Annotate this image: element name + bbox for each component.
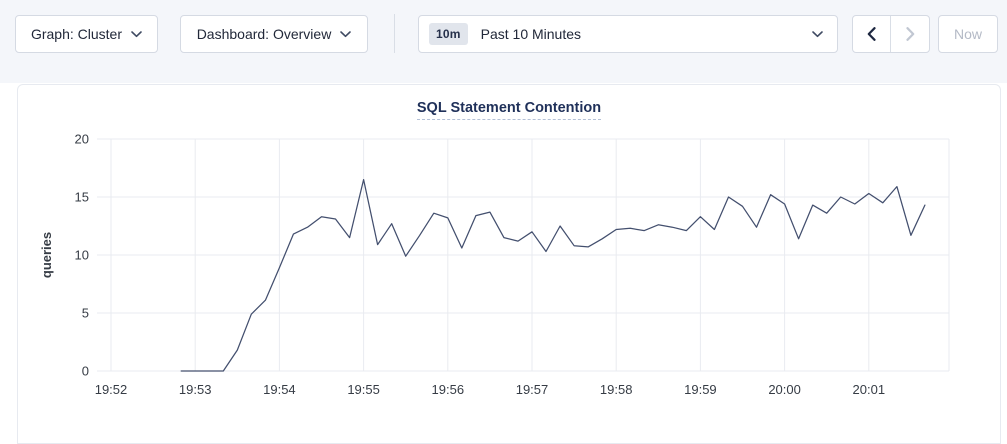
chevron-left-icon [867, 27, 876, 41]
dashboard-dropdown[interactable]: Dashboard: Overview [180, 15, 368, 53]
x-tick-label: 19:57 [516, 382, 549, 397]
x-tick-label: 19:56 [432, 382, 465, 397]
gridlines [97, 139, 949, 371]
y-tick-label: 5 [82, 306, 89, 321]
x-tick-label: 19:59 [684, 382, 717, 397]
time-range-dropdown[interactable]: 10m Past 10 Minutes [418, 15, 838, 53]
series-line [181, 180, 925, 371]
y-tick-label: 20 [75, 132, 89, 147]
chevron-down-icon [340, 31, 351, 38]
x-tick-label: 19:58 [600, 382, 633, 397]
x-tick-label: 19:52 [95, 382, 128, 397]
x-tick-label: 20:00 [768, 382, 801, 397]
graph-dropdown-label: Graph: Cluster [31, 26, 122, 42]
time-window-badge: 10m [429, 23, 468, 45]
next-range-button[interactable] [891, 16, 929, 52]
chevron-down-icon [812, 31, 823, 38]
axis-labels: 0 5 10 15 20 19:52 19:53 19:54 19:55 19:56 19:57 19… [39, 132, 885, 398]
sql-contention-chart[interactable]: 0 5 10 15 20 19:52 19:53 19:54 19:55 19:56 19:57 19… [18, 85, 1002, 433]
x-tick-label: 19:53 [179, 382, 212, 397]
prev-range-button[interactable] [853, 16, 891, 52]
toolbar-divider [394, 14, 395, 53]
chevron-right-icon [906, 27, 915, 41]
chevron-down-icon [131, 31, 142, 38]
dashboard-dropdown-label: Dashboard: Overview [197, 26, 332, 42]
y-tick-label: 15 [75, 190, 89, 205]
y-tick-label: 0 [82, 364, 89, 379]
graph-dropdown[interactable]: Graph: Cluster [15, 15, 158, 53]
x-tick-label: 19:55 [347, 382, 380, 397]
toolbar: Graph: Cluster Dashboard: Overview 10m P… [0, 0, 1007, 83]
chart-title-row: SQL Statement Contention [18, 99, 1000, 120]
chart-card: 0 5 10 15 20 19:52 19:53 19:54 19:55 19:56 19:57 19… [17, 84, 1001, 444]
x-tick-label: 19:54 [263, 382, 296, 397]
now-button[interactable]: Now [938, 15, 998, 53]
chart-title[interactable]: SQL Statement Contention [417, 100, 601, 120]
time-range-label: Past 10 Minutes [481, 26, 581, 42]
now-button-label: Now [954, 26, 982, 42]
x-tick-label: 20:01 [853, 382, 886, 397]
y-axis-label: queries [39, 232, 54, 278]
time-range-stepper [852, 15, 930, 53]
y-tick-label: 10 [75, 248, 89, 263]
